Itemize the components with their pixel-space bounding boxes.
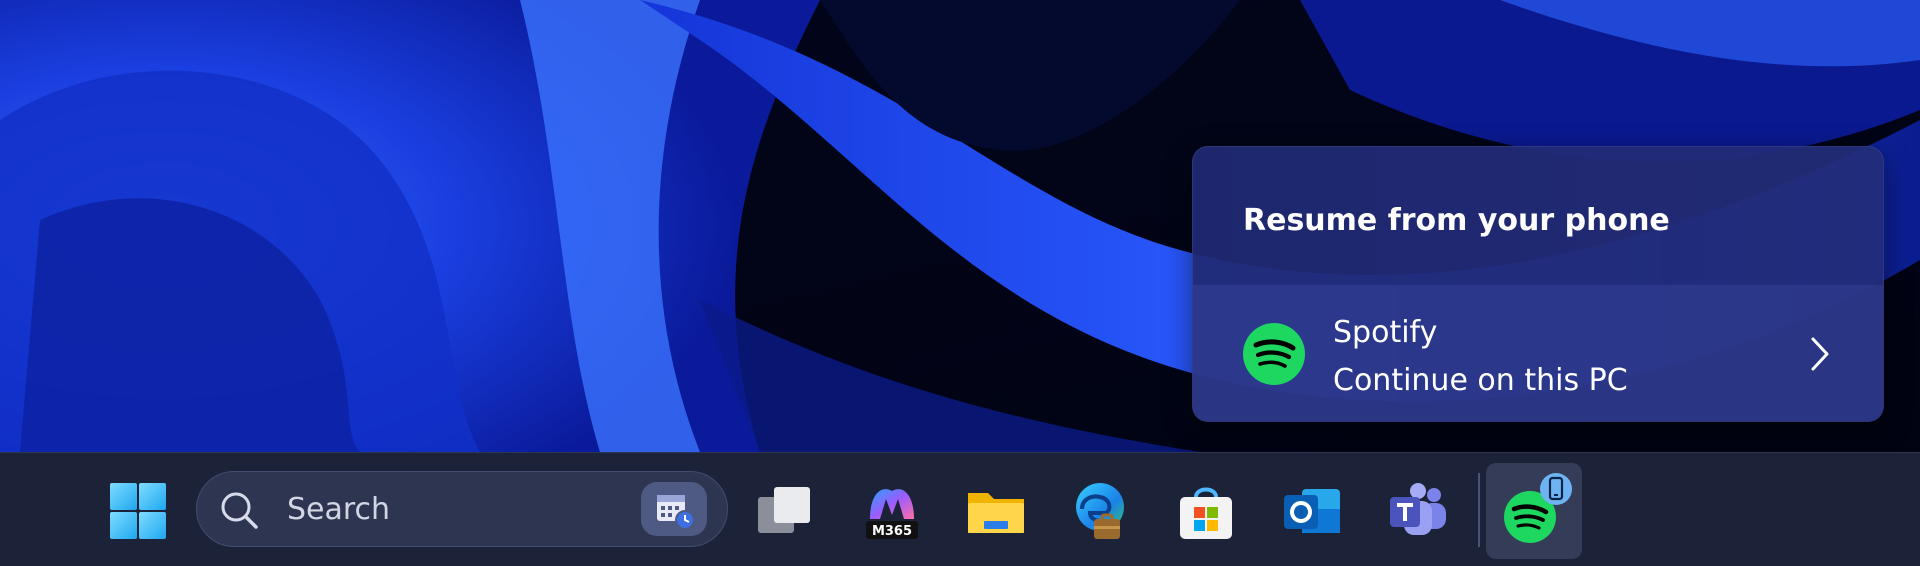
continue-label: Continue on this PC [1333,363,1628,398]
search-placeholder: Search [287,492,391,527]
resume-from-phone-popup: Resume from your phone Spotify Continue … [1192,146,1884,422]
teams-button[interactable] [1386,479,1450,543]
teams-icon [1390,483,1446,535]
popup-header: Resume from your phone [1193,147,1883,285]
search-highlight-badge[interactable] [641,482,707,536]
search-icon [221,492,258,529]
outlook-button[interactable] [1280,479,1344,543]
edge-icon [1076,483,1124,539]
phone-badge-icon [1540,473,1572,505]
svg-text:M365: M365 [872,524,912,539]
start-button[interactable] [108,481,168,541]
continue-spotify-item[interactable]: Spotify Continue on this PC [1193,285,1883,421]
microsoft-365-button[interactable]: M365 [860,479,924,543]
store-icon [1180,487,1232,539]
taskbar: Search M365 [0,452,1920,566]
spotify-button[interactable] [1486,463,1582,559]
taskbar-divider [1478,473,1480,547]
spotify-icon [1243,323,1305,385]
app-name: Spotify [1333,315,1438,350]
microsoft-store-button[interactable] [1174,479,1238,543]
folder-icon [968,493,1024,533]
popup-title: Resume from your phone [1243,203,1670,238]
task-view-button[interactable] [752,479,816,543]
task-view-icon [758,487,810,533]
outlook-icon [1284,489,1340,533]
m365-icon: M365 [866,489,918,539]
chevron-right-icon [1811,337,1829,371]
windows-logo-icon [110,483,166,539]
file-explorer-button[interactable] [964,479,1028,543]
edge-button[interactable] [1068,479,1132,543]
search-box[interactable]: Search [196,471,728,547]
calendar-icon [657,495,695,530]
spotify-icon [1504,473,1572,543]
